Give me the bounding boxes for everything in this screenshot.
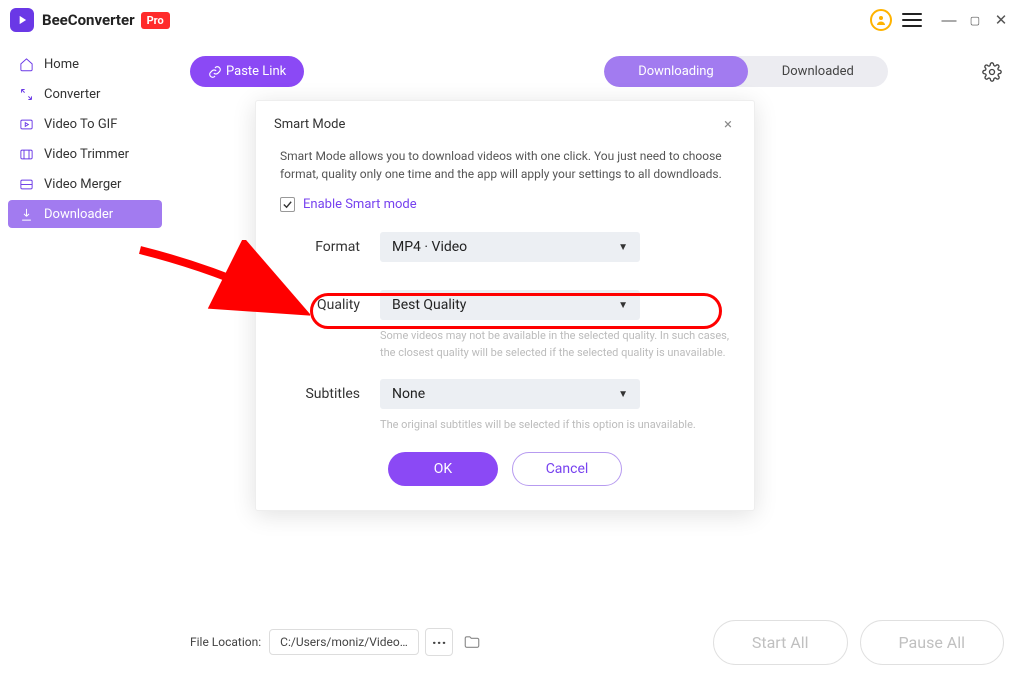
- quality-value: Best Quality: [392, 297, 466, 313]
- caret-down-icon: ▼: [618, 242, 628, 253]
- file-location-label: File Location:: [190, 635, 261, 649]
- footer: File Location: C:/Users/moniz/Videos/Bee…: [170, 607, 1024, 677]
- settings-icon[interactable]: [980, 60, 1004, 84]
- sidebar-item-label: Video Trimmer: [44, 147, 129, 162]
- sidebar-item-label: Video Merger: [44, 177, 121, 192]
- subtitles-value: None: [392, 386, 425, 402]
- sidebar-item-video-to-gif[interactable]: Video To GIF: [8, 110, 162, 138]
- menu-icon[interactable]: [902, 9, 922, 31]
- caret-down-icon: ▼: [618, 300, 628, 311]
- sidebar-item-home[interactable]: Home: [8, 50, 162, 78]
- format-value: MP4 · Video: [392, 239, 467, 255]
- user-icon[interactable]: [870, 9, 892, 31]
- app-logo-icon: [10, 8, 34, 32]
- sidebar-item-video-merger[interactable]: Video Merger: [8, 170, 162, 198]
- home-icon: [18, 56, 34, 72]
- merger-icon: [18, 176, 34, 192]
- format-label: Format: [280, 239, 360, 255]
- enable-smart-mode-label: Enable Smart mode: [303, 197, 417, 212]
- pause-all-button[interactable]: Pause All: [860, 620, 1004, 665]
- open-folder-icon[interactable]: [463, 633, 481, 651]
- sidebar-item-label: Video To GIF: [44, 117, 117, 132]
- quality-hint: Some videos may not be available in the …: [380, 328, 730, 361]
- smart-mode-modal: Smart Mode × Smart Mode allows you to do…: [255, 100, 755, 511]
- pro-badge: Pro: [141, 12, 170, 29]
- modal-header: Smart Mode ×: [256, 101, 754, 143]
- caret-down-icon: ▼: [618, 389, 628, 400]
- titlebar: BeeConverter Pro — ▢ ✕: [0, 0, 1024, 40]
- cancel-button[interactable]: Cancel: [512, 452, 622, 486]
- modal-title: Smart Mode: [274, 117, 345, 132]
- sidebar-item-downloader[interactable]: Downloader: [8, 200, 162, 228]
- topbar: Paste Link Downloading Downloaded: [190, 56, 1004, 87]
- sidebar-item-converter[interactable]: Converter: [8, 80, 162, 108]
- sidebar-item-label: Converter: [44, 87, 100, 102]
- sidebar-item-label: Downloader: [44, 207, 113, 222]
- browse-button[interactable]: ···: [425, 628, 453, 656]
- subtitles-hint: The original subtitles will be selected …: [380, 417, 730, 434]
- gif-icon: [18, 116, 34, 132]
- minimize-button[interactable]: —: [936, 12, 962, 29]
- subtitles-label: Subtitles: [280, 386, 360, 402]
- trimmer-icon: [18, 146, 34, 162]
- start-all-button[interactable]: Start All: [713, 620, 848, 665]
- paste-link-label: Paste Link: [226, 64, 286, 79]
- tab-downloaded[interactable]: Downloaded: [748, 56, 888, 87]
- tab-downloading[interactable]: Downloading: [604, 56, 748, 87]
- close-button[interactable]: ✕: [988, 11, 1014, 29]
- quality-label: Quality: [280, 297, 360, 313]
- enable-smart-mode-checkbox[interactable]: [280, 197, 295, 212]
- sidebar-item-video-trimmer[interactable]: Video Trimmer: [8, 140, 162, 168]
- subtitles-select[interactable]: None ▼: [380, 379, 640, 409]
- converter-icon: [18, 86, 34, 102]
- ok-button[interactable]: OK: [388, 452, 498, 486]
- quality-select[interactable]: Best Quality ▼: [380, 290, 640, 320]
- segment-control: Downloading Downloaded: [604, 56, 888, 87]
- sidebar: Home Converter Video To GIF Video Trimme…: [0, 40, 170, 240]
- paste-link-button[interactable]: Paste Link: [190, 56, 304, 87]
- sidebar-item-label: Home: [44, 57, 79, 72]
- modal-description: Smart Mode allows you to download videos…: [280, 147, 730, 183]
- modal-close-button[interactable]: ×: [720, 115, 736, 133]
- maximize-button[interactable]: ▢: [962, 14, 988, 27]
- app-name: BeeConverter: [42, 11, 135, 29]
- file-location-input[interactable]: C:/Users/moniz/Videos/BeeConverter: [269, 629, 419, 655]
- downloader-icon: [18, 206, 34, 222]
- format-select[interactable]: MP4 · Video ▼: [380, 232, 640, 262]
